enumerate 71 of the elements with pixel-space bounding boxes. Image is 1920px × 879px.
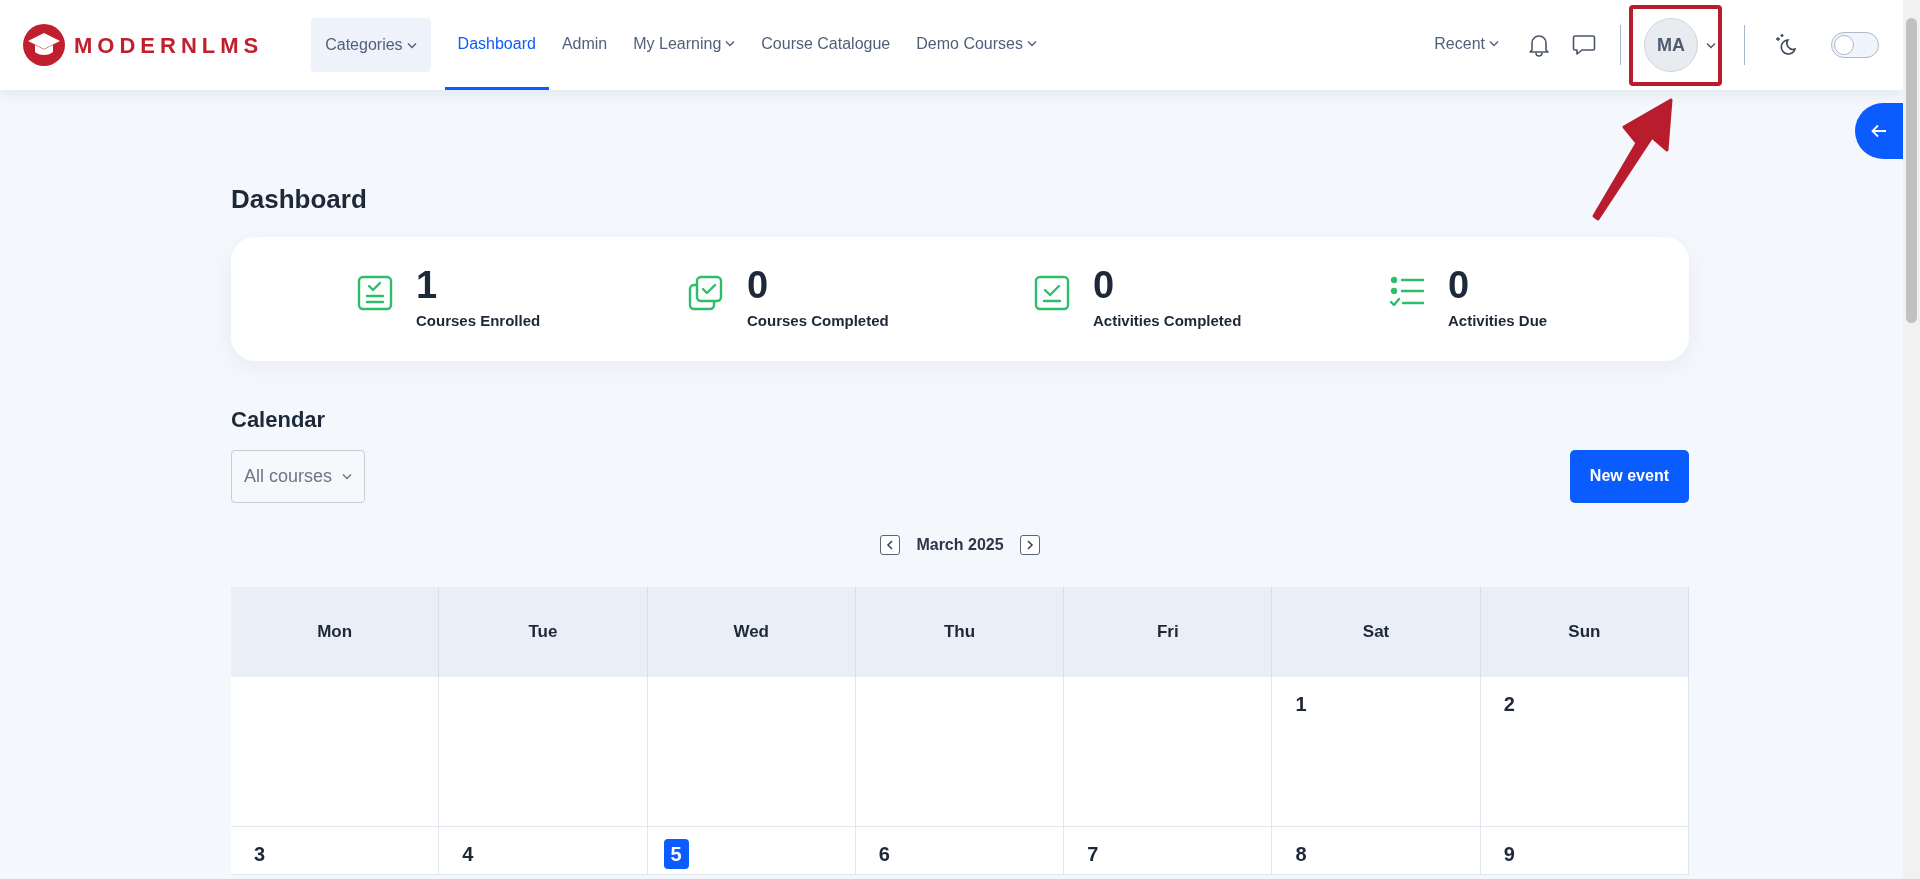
recent-menu[interactable]: Recent (1421, 0, 1512, 90)
calendar-day-cell[interactable] (647, 676, 856, 827)
calendar-day-cell[interactable] (231, 676, 440, 827)
graduation-cap-logo-icon (22, 23, 66, 67)
calendar-day-cell[interactable]: 8 (1272, 826, 1481, 875)
calendar-day-cell[interactable]: 3 (231, 826, 440, 875)
caret-icon (342, 472, 353, 480)
nav-link[interactable]: Demo Courses (903, 0, 1050, 90)
user-avatar[interactable]: MA (1644, 18, 1698, 72)
weekday-header: Mon (231, 586, 440, 677)
day-number[interactable]: 1 (1288, 688, 1314, 719)
day-number[interactable]: 6 (871, 838, 897, 869)
stat-label: Courses Enrolled (416, 310, 541, 331)
page-title: Dashboard (231, 184, 368, 216)
caret-icon (1489, 40, 1499, 47)
scrollbar-thumb[interactable] (1906, 18, 1917, 323)
weekday-header: Fri (1064, 586, 1273, 677)
clipboard-check-icon (356, 273, 394, 312)
course-filter-dropdown[interactable]: All courses (231, 449, 366, 503)
calendar-day-cell[interactable]: 1 (1272, 676, 1481, 827)
moon-stars-icon[interactable] (1773, 33, 1797, 57)
weekday-header: Tue (439, 586, 648, 677)
calendar-day-cell[interactable] (1064, 676, 1273, 827)
sidebar-toggle-button[interactable] (1855, 103, 1903, 159)
chevron-left-icon (886, 539, 895, 550)
stacked-checkbox-icon (687, 273, 725, 312)
stat-label: Courses Completed (747, 310, 889, 331)
calendar-day-cell[interactable]: 6 (855, 826, 1065, 875)
nav-link[interactable]: Course Catalogue (748, 0, 904, 90)
logo-text: MODERNLMS (74, 31, 264, 60)
calendar-day-cell[interactable] (855, 676, 1065, 827)
calendar-day-cell[interactable]: 4 (439, 826, 648, 875)
categories-menu-button[interactable]: Categories (311, 18, 431, 72)
message-bubble-icon[interactable] (1572, 34, 1596, 56)
calendar-day-cell[interactable]: 5 (647, 826, 856, 875)
day-number[interactable]: 3 (247, 838, 273, 869)
active-nav-link[interactable]: Dashboard (444, 0, 549, 90)
stat-value: 1 (416, 265, 439, 304)
day-number[interactable]: 7 (1080, 838, 1106, 869)
scrollbar[interactable] (1903, 0, 1920, 879)
stat-value: 0 (1093, 265, 1116, 304)
previous-month-button[interactable] (880, 534, 901, 555)
weekday-header: Sun (1480, 586, 1689, 677)
month-label: March 2025 (916, 534, 1004, 555)
notification-bell-icon[interactable] (1528, 33, 1550, 57)
nav-link[interactable]: My Learning (620, 0, 749, 90)
weekday-header: Wed (647, 586, 856, 677)
new-event-button[interactable]: New event (1569, 449, 1689, 503)
chevron-right-icon (1025, 539, 1034, 550)
stat-label: Activities Due (1448, 310, 1548, 331)
calendar-day-cell[interactable]: 2 (1480, 676, 1689, 827)
calendar-day-cell[interactable]: 9 (1480, 826, 1689, 875)
stat-value: 0 (747, 265, 770, 304)
calendar-heading: Calendar (231, 407, 327, 434)
calendar-day-cell[interactable]: 7 (1064, 826, 1273, 875)
next-month-button[interactable] (1019, 534, 1040, 555)
stat-label: Activities Completed (1093, 310, 1242, 331)
weekday-header: Thu (855, 586, 1065, 677)
stat-value: 0 (1448, 265, 1471, 304)
day-number[interactable]: 8 (1288, 838, 1314, 869)
nav-link[interactable]: Admin (548, 0, 621, 90)
day-number[interactable]: 9 (1496, 838, 1522, 869)
dark-mode-toggle[interactable] (1831, 32, 1879, 58)
left-arrow-icon (1871, 124, 1887, 138)
checkbox-icon (1033, 273, 1071, 312)
caret-icon (1706, 41, 1716, 49)
weekday-header: Sat (1272, 586, 1481, 677)
calendar-day-cell[interactable] (439, 676, 648, 827)
today-date[interactable]: 5 (663, 838, 689, 869)
day-number[interactable]: 2 (1496, 688, 1522, 719)
day-number[interactable]: 4 (455, 838, 481, 869)
